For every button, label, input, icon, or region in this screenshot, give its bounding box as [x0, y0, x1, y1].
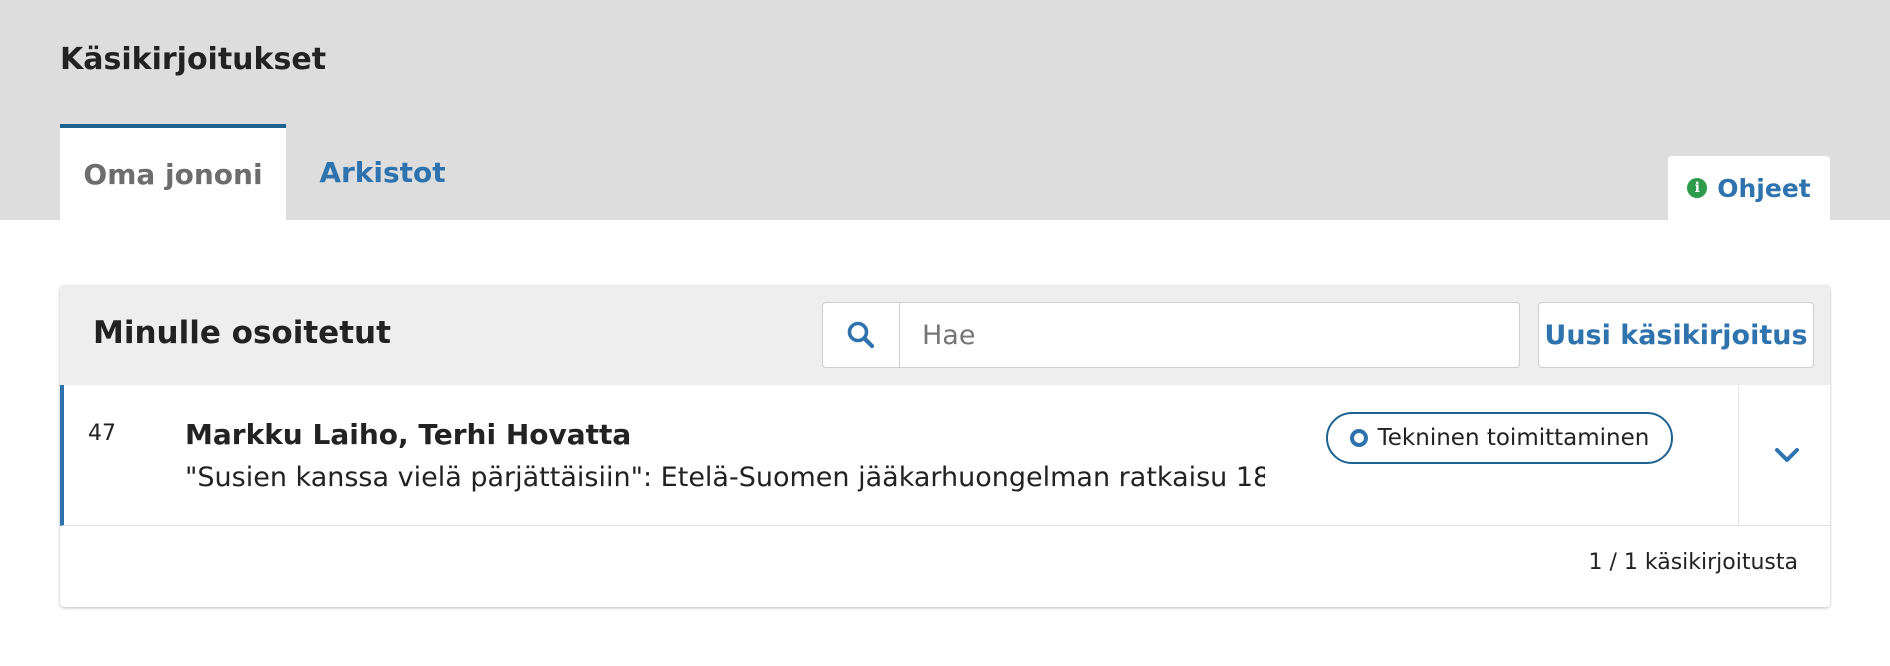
submissions-panel: Minulle osoitetut Uusi käsikirjoitus 47 …: [60, 285, 1830, 607]
new-submission-button[interactable]: Uusi käsikirjoitus: [1538, 302, 1814, 368]
search-button[interactable]: [822, 302, 900, 368]
panel-title: Minulle osoitetut: [93, 315, 391, 351]
chevron-down-icon: [1774, 448, 1799, 462]
search-icon: [847, 321, 875, 349]
info-icon: i: [1687, 178, 1708, 198]
tab-label: Arkistot: [319, 155, 446, 189]
submission-authors: Markku Laiho, Terhi Hovatta: [185, 418, 632, 451]
submission-count: 1 / 1 käsikirjoitusta: [1588, 550, 1798, 575]
stage-label: Tekninen toimittaminen: [1377, 425, 1650, 451]
panel-header: Minulle osoitetut Uusi käsikirjoitus: [60, 285, 1830, 385]
tab-archives[interactable]: Arkistot: [310, 124, 455, 220]
stage-dot-icon: [1349, 429, 1368, 447]
help-button[interactable]: i Ohjeet: [1668, 156, 1830, 220]
expand-button[interactable]: [1738, 385, 1830, 525]
page-title: Käsikirjoitukset: [60, 42, 327, 77]
submission-title: "Susien kanssa vielä pärjättäisiin": Ete…: [185, 462, 1265, 493]
submission-id: 47: [88, 421, 116, 446]
tab-label: Oma jononi: [83, 157, 263, 191]
submission-row[interactable]: 47 Markku Laiho, Terhi Hovatta "Susien k…: [60, 385, 1830, 526]
tab-my-queue[interactable]: Oma jononi: [60, 124, 286, 220]
stage-badge: Tekninen toimittaminen: [1326, 412, 1673, 464]
page-header: Käsikirjoitukset Oma jononi Arkistot i O…: [0, 0, 1890, 220]
search-input[interactable]: [900, 302, 1520, 368]
help-label: Ohjeet: [1717, 173, 1811, 203]
